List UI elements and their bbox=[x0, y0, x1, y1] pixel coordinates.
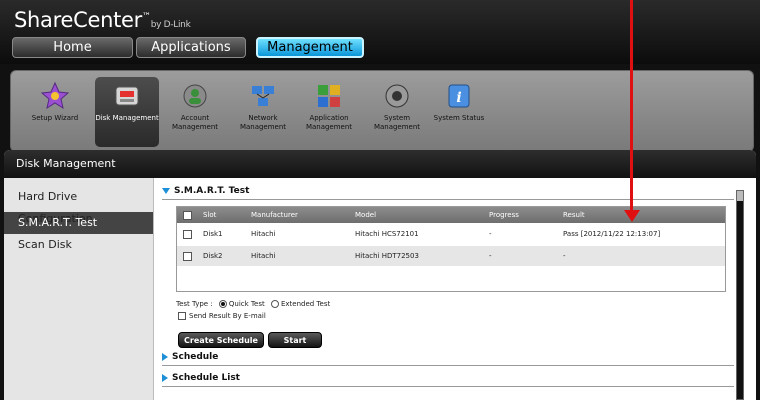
annotation-arrow-head bbox=[624, 210, 640, 222]
toolbar-label: System Status bbox=[433, 114, 485, 122]
sidebar: Hard Drive Configuration S.M.A.R.T. Test… bbox=[4, 178, 154, 400]
schedule-title: Schedule bbox=[172, 352, 219, 362]
tab-applications[interactable]: Applications bbox=[136, 37, 246, 58]
toolbar-label: Network Management bbox=[239, 114, 287, 131]
wizard-icon bbox=[40, 81, 70, 110]
system-management-icon bbox=[385, 84, 409, 108]
logo-byline: by D-Link bbox=[150, 20, 191, 30]
toolbar-account-management[interactable]: Account Management bbox=[163, 77, 227, 147]
toolbar-label: Disk Management bbox=[95, 114, 159, 122]
tab-home[interactable]: Home bbox=[12, 37, 133, 58]
table-row: Disk2 Hitachi Hitachi HDT72503 - - bbox=[177, 246, 725, 266]
test-type-label: Test Type : bbox=[176, 300, 213, 308]
section-divider bbox=[162, 199, 734, 200]
column-header-slot: Slot bbox=[203, 211, 217, 219]
smart-test-content: S.M.A.R.T. Test Slot Manufacturer Model … bbox=[162, 178, 736, 400]
cell-slot: Disk2 bbox=[203, 252, 223, 260]
toolbar-application-management[interactable]: Application Management bbox=[297, 77, 361, 147]
column-header-manufacturer: Manufacturer bbox=[251, 211, 298, 219]
send-email-checkbox[interactable] bbox=[178, 312, 186, 320]
toolbar-label: Account Management bbox=[171, 114, 219, 131]
logo-text: ShareCenter bbox=[14, 8, 142, 32]
column-header-progress: Progress bbox=[489, 211, 519, 219]
toolbar-label: System Management bbox=[373, 114, 421, 131]
account-management-icon bbox=[183, 84, 207, 108]
select-all-checkbox[interactable] bbox=[183, 211, 192, 220]
column-header-model: Model bbox=[355, 211, 377, 219]
logo-trademark: ™ bbox=[141, 12, 151, 22]
schedule-section-toggle[interactable]: Schedule bbox=[162, 352, 218, 362]
tab-management[interactable]: Management bbox=[256, 37, 364, 58]
toolbar-setup-wizard[interactable]: Setup Wizard bbox=[23, 77, 87, 147]
table-header: Slot Manufacturer Model Progress Result bbox=[177, 207, 725, 223]
schedule-list-title: Schedule List bbox=[172, 373, 240, 383]
cell-progress: - bbox=[489, 230, 492, 238]
annotation-arrow-line bbox=[630, 0, 633, 212]
create-schedule-button[interactable]: Create Schedule bbox=[178, 332, 264, 348]
row-checkbox-disk2[interactable] bbox=[183, 252, 192, 261]
expand-right-icon bbox=[162, 352, 168, 361]
extended-test-label: Extended Test bbox=[280, 300, 331, 308]
toolbar-disk-management[interactable]: Disk Management bbox=[95, 77, 159, 147]
cell-slot: Disk1 bbox=[203, 230, 223, 238]
scroll-up-icon[interactable] bbox=[737, 191, 743, 201]
extended-test-radio[interactable] bbox=[270, 300, 279, 308]
top-header: ShareCenter™by D-Link Home Applications … bbox=[0, 0, 760, 64]
quick-test-radio[interactable] bbox=[218, 300, 227, 308]
table-row: Disk1 Hitachi Hitachi HCS72101 - Pass [2… bbox=[177, 224, 725, 244]
sharecenter-logo: ShareCenter™by D-Link bbox=[14, 8, 191, 32]
sidebar-item-hard-drive-configuration[interactable]: Hard Drive Configuration bbox=[4, 186, 153, 225]
cell-result: - bbox=[563, 252, 566, 260]
expand-down-icon bbox=[162, 187, 170, 194]
sidebar-item-scan-disk[interactable]: Scan Disk bbox=[4, 234, 153, 256]
column-header-result: Result bbox=[563, 211, 585, 219]
content-scrollbar[interactable] bbox=[736, 190, 744, 400]
application-management-icon bbox=[318, 85, 340, 107]
toolbar-system-status[interactable]: i System Status bbox=[427, 77, 491, 147]
disk-management-panel: Disk Management Hard Drive Configuration… bbox=[4, 150, 756, 400]
cell-progress: - bbox=[489, 252, 492, 260]
smart-test-table: Slot Manufacturer Model Progress Result … bbox=[176, 206, 726, 292]
cell-manufacturer: Hitachi bbox=[251, 230, 276, 238]
section-divider bbox=[162, 386, 734, 387]
toolbar-network-management[interactable]: Network Management bbox=[231, 77, 295, 147]
test-type-row: Test Type : Quick Test Extended Test bbox=[176, 300, 330, 308]
cell-result: Pass [2012/11/22 12:13:07] bbox=[563, 230, 661, 238]
send-email-label: Send Result By E-mail bbox=[189, 312, 266, 320]
sidebar-item-smart-test[interactable]: S.M.A.R.T. Test bbox=[4, 212, 153, 234]
cell-manufacturer: Hitachi bbox=[251, 252, 276, 260]
schedule-list-section-toggle[interactable]: Schedule List bbox=[162, 373, 240, 383]
system-status-icon: i bbox=[448, 84, 470, 108]
toolbar-label: Setup Wizard bbox=[31, 114, 79, 122]
svg-text:i: i bbox=[456, 90, 461, 106]
network-management-icon bbox=[252, 86, 274, 106]
cell-model: Hitachi HCS72101 bbox=[355, 230, 419, 238]
disk-management-icon bbox=[115, 86, 139, 106]
row-checkbox-disk1[interactable] bbox=[183, 230, 192, 239]
toolbar-label: Application Management bbox=[305, 114, 353, 131]
start-button[interactable]: Start bbox=[268, 332, 322, 348]
management-toolbar: Setup Wizard Disk Management Account Man… bbox=[10, 70, 754, 152]
toolbar-system-management[interactable]: System Management bbox=[365, 77, 429, 147]
smart-test-section-toggle[interactable]: S.M.A.R.T. Test bbox=[162, 186, 249, 196]
section-divider bbox=[162, 365, 734, 366]
cell-model: Hitachi HDT72503 bbox=[355, 252, 419, 260]
quick-test-label: Quick Test bbox=[228, 300, 265, 308]
panel-title: Disk Management bbox=[4, 150, 756, 178]
smart-test-title: S.M.A.R.T. Test bbox=[174, 186, 250, 196]
expand-right-icon bbox=[162, 373, 168, 382]
email-row: Send Result By E-mail bbox=[178, 312, 266, 320]
